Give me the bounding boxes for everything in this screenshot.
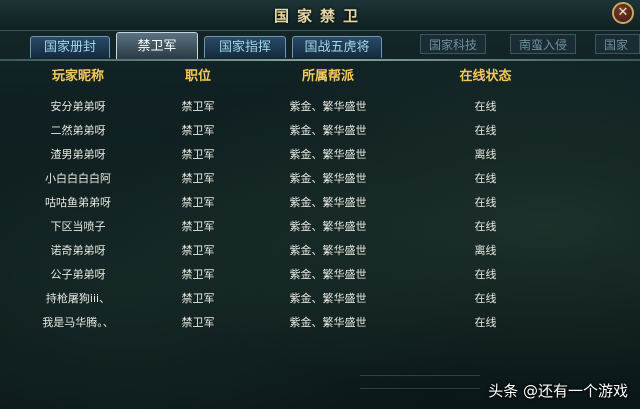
tab-national-command[interactable]: 国家指挥 [204, 36, 286, 58]
status-cell: 在线 [474, 196, 497, 209]
position-cell: 禁卫军 [181, 100, 215, 113]
guild-cell: 紫金、繁华盛世 [289, 244, 367, 257]
panel-divider [0, 59, 640, 61]
guard-table: 玩家昵称 职位 所属帮派 在线状态 安分弟弟呀 禁卫军 紫金、繁华盛世 在线 二然弟弟呀… [8, 62, 563, 334]
position-cell: 禁卫军 [181, 196, 215, 209]
background-tab-1: 国家科技 [420, 34, 487, 54]
player-name-cell: 我是马华腾。、 [42, 316, 114, 329]
guild-cell: 紫金、繁华盛世 [289, 172, 367, 185]
status-cell: 在线 [474, 220, 497, 233]
decorative-border [360, 375, 480, 389]
guild-cell: 紫金、繁华盛世 [289, 148, 367, 161]
guild-cell: 紫金、繁华盛世 [289, 124, 367, 137]
player-name-cell: 小白白白白阿 [45, 172, 111, 185]
table-row[interactable]: 持枪屠狗iii、 禁卫军 紫金、繁华盛世 在线 [8, 286, 563, 310]
position-cell: 禁卫军 [181, 220, 215, 233]
close-button[interactable]: ✕ [612, 2, 634, 24]
guild-cell: 紫金、繁华盛世 [289, 316, 367, 329]
position-cell: 禁卫军 [181, 244, 215, 257]
table-row[interactable]: 我是马华腾。、 禁卫军 紫金、繁华盛世 在线 [8, 310, 563, 334]
guild-cell: 紫金、繁华盛世 [289, 268, 367, 281]
guild-cell: 紫金、繁华盛世 [289, 100, 367, 113]
player-name-cell: 公子弟弟呀 [50, 268, 106, 281]
player-name-cell: 渣男弟弟呀 [50, 148, 106, 161]
tab-imperial-guard[interactable]: 禁卫军 [116, 32, 198, 60]
player-name-cell: 诺奇弟弟呀 [50, 244, 106, 257]
background-tab-3: 国家 [595, 34, 640, 54]
status-cell: 在线 [474, 172, 497, 185]
status-cell: 在线 [474, 124, 497, 137]
table-row[interactable]: 二然弟弟呀 禁卫军 紫金、繁华盛世 在线 [8, 118, 563, 142]
status-cell: 在线 [474, 268, 497, 281]
player-name-cell: 咕咕鱼弟弟呀 [45, 196, 111, 209]
guild-cell: 紫金、繁华盛世 [289, 292, 367, 305]
status-cell: 在线 [474, 292, 497, 305]
table-row[interactable]: 诺奇弟弟呀 禁卫军 紫金、繁华盛世 离线 [8, 238, 563, 262]
table-header-row: 玩家昵称 职位 所属帮派 在线状态 [8, 62, 563, 86]
background-tab-2: 南蛮入侵 [510, 34, 577, 54]
tab-five-tiger-generals[interactable]: 国战五虎将 [292, 36, 382, 58]
header-player-name: 玩家昵称 [51, 68, 104, 84]
header-guild: 所属帮派 [301, 68, 354, 84]
guild-cell: 紫金、繁华盛世 [289, 220, 367, 233]
tab-national-appointment[interactable]: 国家册封 [30, 36, 110, 58]
header-online-status: 在线状态 [459, 68, 512, 84]
guild-cell: 紫金、繁华盛世 [289, 196, 367, 209]
status-cell: 在线 [474, 316, 497, 329]
status-cell: 在线 [474, 100, 497, 113]
player-name-cell: 二然弟弟呀 [50, 124, 106, 137]
position-cell: 禁卫军 [181, 316, 215, 329]
position-cell: 禁卫军 [181, 268, 215, 281]
player-name-cell: 持枪屠狗iii、 [45, 292, 111, 305]
table-row[interactable]: 下区当喷子 禁卫军 紫金、繁华盛世 在线 [8, 214, 563, 238]
position-cell: 禁卫军 [181, 292, 215, 305]
window-title-bar: 国家禁卫 ✕ [0, 0, 640, 31]
window-title: 国家禁卫 [273, 7, 366, 25]
table-row[interactable]: 咕咕鱼弟弟呀 禁卫军 紫金、繁华盛世 在线 [8, 190, 563, 214]
position-cell: 禁卫军 [181, 172, 215, 185]
table-row[interactable]: 渣男弟弟呀 禁卫军 紫金、繁华盛世 离线 [8, 142, 563, 166]
table-row[interactable]: 小白白白白阿 禁卫军 紫金、繁华盛世 在线 [8, 166, 563, 190]
header-position: 职位 [184, 68, 211, 84]
watermark: 头条 @还有一个游戏 [488, 382, 628, 400]
player-name-cell: 安分弟弟呀 [50, 100, 106, 113]
position-cell: 禁卫军 [181, 124, 215, 137]
position-cell: 禁卫军 [181, 148, 215, 161]
status-cell: 离线 [474, 244, 497, 257]
table-row[interactable]: 公子弟弟呀 禁卫军 紫金、繁华盛世 在线 [8, 262, 563, 286]
table-row[interactable]: 安分弟弟呀 禁卫军 紫金、繁华盛世 在线 [8, 94, 563, 118]
player-name-cell: 下区当喷子 [50, 220, 106, 233]
status-cell: 离线 [474, 148, 497, 161]
